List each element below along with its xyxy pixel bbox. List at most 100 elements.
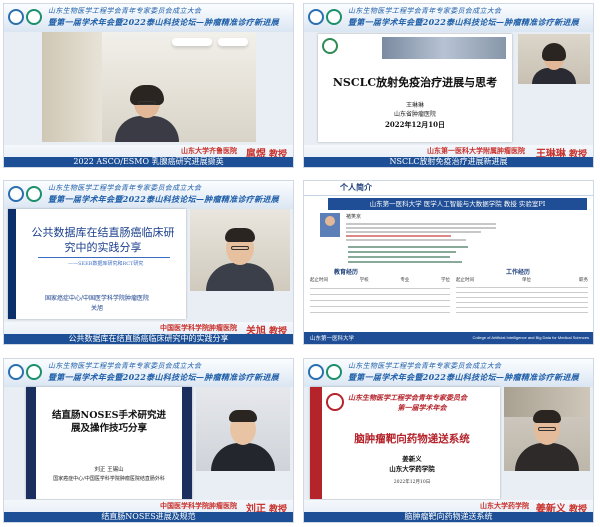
slide-tab: 个人简介	[304, 181, 593, 196]
conference-header: 山东生物医学工程学会青年专家委员会成立大会 暨第一届学术年会暨2022泰山科技论…	[4, 4, 293, 32]
speaker-affiliation: 山东大学药学院	[480, 501, 529, 510]
speaker-figure	[515, 410, 579, 471]
panel-2: 山东生物医学工程学会青年专家委员会成立大会 暨第一届学术年会暨2022泰山科技论…	[303, 3, 594, 168]
table-header: 学校	[359, 278, 369, 283]
panel-1: 山东生物医学工程学会青年专家委员会成立大会 暨第一届学术年会暨2022泰山科技论…	[3, 3, 294, 168]
speaker-affiliation: 中国医学科学院肿瘤医院	[160, 501, 237, 510]
conference-header: 山东生物医学工程学会青年专家委员会成立大会 暨第一届学术年会暨2022泰山科技论…	[304, 4, 593, 32]
table-header: 起止时间	[456, 278, 474, 283]
table-header: 职务	[579, 278, 588, 283]
speaker-figure	[115, 85, 179, 142]
slide-date: 2022年12月10日	[393, 480, 431, 485]
speaker-video	[42, 32, 256, 142]
slide-org: 国家癌症中心/中国医学科学院肿瘤医院	[44, 295, 150, 302]
forum-logo-icon	[326, 364, 342, 380]
hospital-buildings-image	[382, 37, 506, 59]
talk-topic: 结直肠NOSES进展及规范	[4, 512, 293, 522]
speaker-affiliation: 山东第一医科大学附属肿瘤医院	[427, 146, 525, 155]
footer-college: College of Artificial Intelligence and B…	[472, 335, 589, 340]
conference-header: 山东生物医学工程学会青年专家委员会成立大会 暨第一届学术年会暨2022泰山科技论…	[304, 359, 593, 387]
conference-header: 山东生物医学工程学会青年专家委员会成立大会 暨第一届学术年会暨2022泰山科技论…	[4, 359, 293, 387]
table-header: 专业	[400, 278, 410, 283]
speaker-caption: 山东大学药学院 姜新义 教授 脑肿瘤靶向药物递送系统	[304, 500, 593, 522]
presentation-slide: 公共数据库在结直肠癌临床研究中的实践分享 ——SEER数据库研究和RCT研究 国…	[8, 209, 186, 319]
slide-author: 姜新义	[402, 455, 422, 463]
header-line1: 山东生物医学工程学会青年专家委员会成立大会	[48, 7, 202, 15]
ceiling-lamp-icon	[172, 38, 212, 46]
slide-author: 关旭	[90, 305, 103, 312]
slide-org: 国家癌症中心/中国医学科学院肿瘤医院结直肠外科	[53, 476, 165, 482]
slide-header2: 第一届学术年会	[397, 403, 447, 412]
society-logo-icon	[8, 364, 24, 380]
speaker-caption: 中国医学科学院肿瘤医院 刘正 教授 结直肠NOSES进展及规范	[4, 500, 293, 522]
speaker-video	[196, 387, 290, 471]
presentation-slide: 结直肠NOSES手术研究进展及操作技巧分享 刘正 王锡山 国家癌症中心/中国医学…	[26, 387, 192, 499]
forum-logo-icon	[26, 9, 42, 25]
work-table: 起止时间 单位 职务	[456, 277, 588, 325]
slide-author: 王琳琳	[405, 102, 424, 109]
header-line2: 暨第一届学术年会暨2022泰山科技论坛—肿瘤精准诊疗新进展	[348, 17, 579, 27]
slide-title: 公共数据库在结直肠癌临床研究中的实践分享	[31, 226, 175, 254]
slide-date: 2022年12月10日	[385, 120, 445, 129]
speaker-caption: 山东第一医科大学附属肿瘤医院 王琳琳 教授 NSCLC放射免疫治疗进展新进展	[304, 145, 593, 167]
slide-subtitle: ——SEER数据库研究和RCT研究	[68, 261, 144, 267]
table-header: 单位	[522, 278, 531, 283]
talk-topic: 脑肿瘤靶向药物递送系统	[304, 512, 593, 522]
header-line2: 暨第一届学术年会暨2022泰山科技论坛—肿瘤精准诊疗新进展	[348, 372, 579, 382]
header-line1: 山东生物医学工程学会青年专家委员会成立大会	[48, 184, 202, 192]
ceiling-lamp-icon	[218, 38, 248, 46]
forum-logo-icon	[26, 364, 42, 380]
education-table: 起止时间 学校 专业 学位	[310, 277, 450, 325]
speaker-figure	[206, 228, 274, 291]
header-line1: 山东生物医学工程学会青年专家委员会成立大会	[348, 7, 502, 15]
header-line2: 暨第一届学术年会暨2022泰山科技论坛—肿瘤精准诊疗新进展	[48, 17, 279, 27]
table-header: 起止时间	[310, 278, 328, 283]
panel-4: 个人简介 山东第一医科大学 医学人工智能与大数据学院 教授 实验室PI 褚笑京 …	[303, 180, 594, 345]
talk-topic: 2022 ASCO/ESMO 乳腺癌研究进展撷英	[4, 157, 293, 167]
panel-3: 山东生物医学工程学会青年专家委员会成立大会 暨第一届学术年会暨2022泰山科技论…	[3, 180, 294, 345]
profile-bio	[346, 221, 496, 243]
education-heading: 教育经历	[334, 269, 359, 276]
speaker-video	[190, 209, 290, 291]
header-line2: 暨第一届学术年会暨2022泰山科技论坛—肿瘤精准诊疗新进展	[48, 194, 279, 204]
slide-title: 结直肠NOSES手术研究进展及操作技巧分享	[52, 410, 166, 434]
slide-banner: 山东第一医科大学 医学人工智能与大数据学院 教授 实验室PI	[328, 198, 587, 210]
footer-school: 山东第一医科大学	[310, 336, 355, 342]
speaker-video	[504, 387, 590, 471]
talk-topic: NSCLC放射免疫治疗进展新进展	[304, 157, 593, 167]
society-logo-icon	[8, 9, 24, 25]
society-logo-icon	[308, 364, 324, 380]
presentation-slide: NSCLC放射免疫治疗进展与思考 王琳琳 山东省肿瘤医院 2022年12月10日	[318, 34, 512, 142]
forum-logo-icon	[326, 9, 342, 25]
speaker-figure	[211, 410, 275, 471]
header-line2: 暨第一届学术年会暨2022泰山科技论坛—肿瘤精准诊疗新进展	[48, 372, 279, 382]
presentation-slide: 山东生物医学工程学会青年专家委员会 第一届学术年会 脑肿瘤靶向药物递送系统 姜新…	[310, 387, 500, 499]
speaker-affiliation: 山东大学齐鲁医院	[181, 146, 237, 155]
talk-topic: 公共数据库在结直肠癌临床研究中的实践分享	[4, 334, 293, 344]
header-line1: 山东生物医学工程学会青年专家委员会成立大会	[348, 362, 502, 370]
hospital-logo-icon	[322, 38, 338, 54]
university-logo-icon	[326, 393, 344, 411]
profile-photo	[320, 213, 340, 237]
speaker-caption: 中国医学科学院肿瘤医院 关旭 教授 公共数据库在结直肠癌临床研究中的实践分享	[4, 322, 293, 344]
speaker-affiliation: 中国医学科学院肿瘤医院	[160, 323, 237, 332]
header-line1: 山东生物医学工程学会青年专家委员会成立大会	[48, 362, 202, 370]
speaker-caption: 山东大学齐鲁医院 扈煜 教授 2022 ASCO/ESMO 乳腺癌研究进展撷英	[4, 145, 293, 167]
slide-org: 山东大学药学院	[389, 465, 435, 473]
society-logo-icon	[8, 186, 24, 202]
society-logo-icon	[308, 9, 324, 25]
panel-5: 山东生物医学工程学会青年专家委员会成立大会 暨第一届学术年会暨2022泰山科技论…	[3, 358, 294, 523]
speaker-figure	[532, 43, 576, 84]
conference-header: 山东生物医学工程学会青年专家委员会成立大会 暨第一届学术年会暨2022泰山科技论…	[4, 181, 293, 209]
slide-author: 刘正 王锡山	[94, 467, 124, 473]
slide-header1: 山东生物医学工程学会青年专家委员会	[348, 393, 467, 402]
profile-bullets	[348, 243, 468, 266]
slide-title: 脑肿瘤靶向药物递送系统	[354, 433, 470, 445]
panel-6: 山东生物医学工程学会青年专家委员会成立大会 暨第一届学术年会暨2022泰山科技论…	[303, 358, 594, 523]
slide-footer: 山东第一医科大学 College of Artificial Intellige…	[304, 332, 593, 344]
forum-logo-icon	[26, 186, 42, 202]
speaker-video	[518, 34, 590, 84]
profile-name: 褚笑京	[346, 214, 362, 220]
slide-title: NSCLC放射免疫治疗进展与思考	[332, 76, 498, 89]
work-heading: 工作经历	[506, 269, 531, 276]
